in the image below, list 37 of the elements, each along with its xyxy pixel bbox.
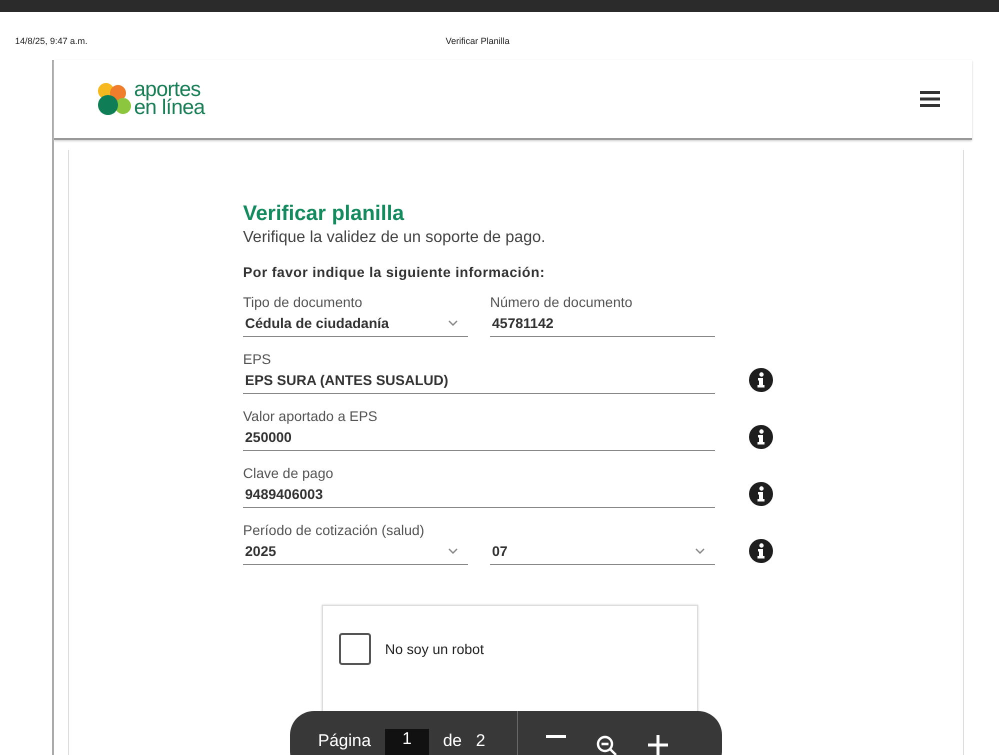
plus-icon[interactable] <box>648 735 668 755</box>
info-icon[interactable] <box>749 425 773 449</box>
form-subtitle: Verifique la validez de un soporte de pago. <box>243 229 546 247</box>
info-icon[interactable] <box>749 539 773 563</box>
page-label: Página <box>318 731 371 751</box>
dropdown-field[interactable]: 2025 <box>243 543 468 565</box>
input-field[interactable]: 45781142 <box>490 315 715 337</box>
chevron-down-icon <box>695 548 705 554</box>
page-of-label: de <box>442 731 462 751</box>
form-instruction: Por favor indique la siguiente información: <box>243 264 546 280</box>
print-title: Verificar Planilla <box>446 36 510 48</box>
field-label: Valor aportado a EPS <box>243 408 378 424</box>
captcha-checkbox[interactable] <box>339 633 371 665</box>
print-date: 14/8/25, 9:47 a.m. <box>15 36 88 48</box>
chevron-down-icon <box>448 548 458 554</box>
dropdown-field[interactable]: Cédula de ciudadanía <box>243 315 468 337</box>
captcha-label: No soy un robot <box>385 641 484 657</box>
form-title: Verificar planilla <box>243 202 406 226</box>
info-icon[interactable] <box>749 482 773 506</box>
field-label: Tipo de documento <box>243 294 364 310</box>
dropdown-field[interactable]: 07 <box>490 543 715 565</box>
page-number-field[interactable]: 1 <box>384 729 429 755</box>
page-total: 2 <box>476 731 486 751</box>
site-logo-text[interactable]: aportes en línea <box>134 81 205 117</box>
field-label: Clave de pago <box>243 465 334 481</box>
field-label: Número de documento <box>490 294 634 310</box>
minus-icon[interactable] <box>546 735 566 738</box>
info-icon[interactable] <box>749 368 773 392</box>
input-field[interactable]: EPS SURA (ANTES SUSALUD) <box>243 372 715 394</box>
input-field[interactable]: 250000 <box>243 429 715 451</box>
field-label: EPS <box>243 351 272 367</box>
menu-icon[interactable] <box>920 91 940 107</box>
zoom-out-icon[interactable] <box>596 735 618 755</box>
chevron-down-icon <box>448 320 458 326</box>
field-label: Período de cotización (salud) <box>243 522 426 538</box>
logo-circles-icon <box>96 82 132 116</box>
input-field[interactable]: 9489406003 <box>243 486 715 508</box>
